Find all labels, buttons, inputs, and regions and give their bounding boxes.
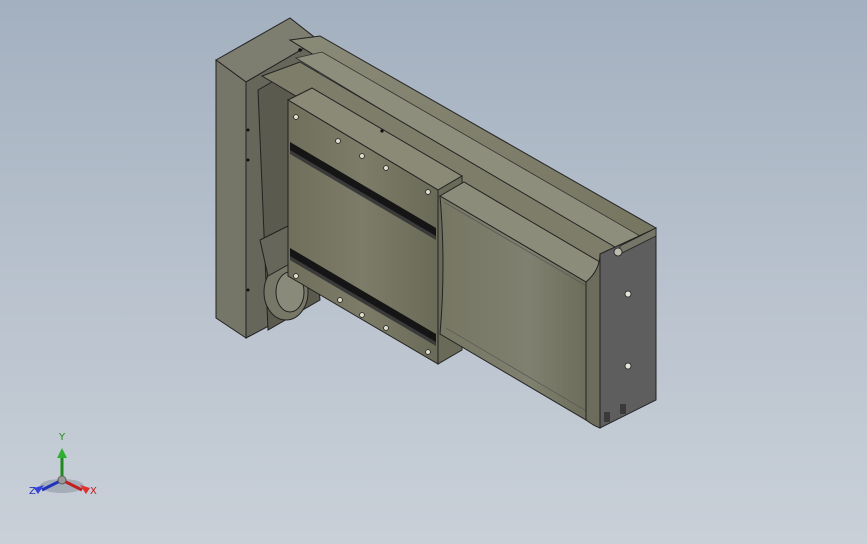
y-axis-label: Y <box>59 432 66 443</box>
orientation-triad <box>34 448 90 494</box>
z-axis-label: Z <box>29 486 36 497</box>
cad-model[interactable] <box>0 0 867 544</box>
y-axis-arrow <box>57 448 67 458</box>
graphics-viewport[interactable]: Y X Z <box>0 0 867 544</box>
x-axis-label: X <box>90 486 97 497</box>
